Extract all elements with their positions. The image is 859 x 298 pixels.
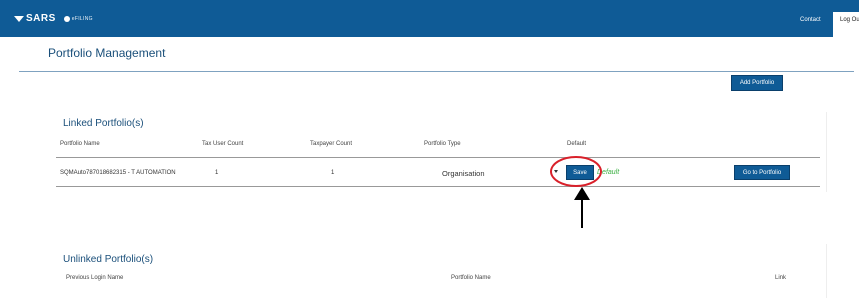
portfolio-type-cell: Organisation: [442, 169, 485, 178]
go-to-portfolio-button[interactable]: Go to Portfolio: [734, 165, 790, 180]
arrow-shaft: [581, 198, 583, 228]
column-header-portfolio-name-unlinked: Portfolio Name: [451, 275, 491, 281]
portfolio-name-cell: SQMAuto787018682315 - T AUTOMATION: [60, 170, 176, 176]
title-divider: [19, 71, 854, 72]
tax-user-count-cell: 1: [215, 170, 219, 176]
table-header-divider: [56, 157, 820, 158]
sars-efiling-logo[interactable]: SARS eFILING: [14, 13, 93, 24]
top-navigation-bar: SARS eFILING Contact Log Ou: [0, 0, 859, 37]
page-title: Portfolio Management: [48, 46, 166, 60]
column-header-previous-login-name: Previous Login Name: [66, 275, 124, 281]
linked-portfolios-panel: [56, 112, 827, 192]
unlinked-portfolios-heading: Unlinked Portfolio(s): [63, 254, 154, 265]
logo-text: SARS: [26, 13, 56, 24]
column-header-portfolio-type: Portfolio Type: [424, 141, 461, 147]
column-header-link: Link: [775, 275, 787, 281]
column-header-taxpayer-count: Taxpayer Count: [310, 141, 353, 147]
add-portfolio-button[interactable]: Add Portfolio: [731, 75, 783, 91]
taxpayer-count-cell: 1: [331, 170, 335, 176]
linked-portfolios-heading: Linked Portfolio(s): [63, 118, 144, 129]
column-header-tax-user-count: Tax User Count: [202, 141, 244, 147]
logo-subtext: eFILING: [71, 15, 93, 22]
contact-link[interactable]: Contact: [800, 17, 821, 23]
unlinked-portfolios-panel: [56, 244, 827, 298]
sars-logo-icon: [14, 15, 24, 22]
column-header-default: Default: [567, 141, 587, 147]
annotation-circle: [550, 156, 602, 187]
table-row-divider: [56, 186, 820, 187]
logout-link[interactable]: Log Ou: [833, 12, 859, 37]
column-header-portfolio-name: Portfolio Name: [60, 141, 100, 147]
efiling-dot-icon: [63, 15, 70, 22]
